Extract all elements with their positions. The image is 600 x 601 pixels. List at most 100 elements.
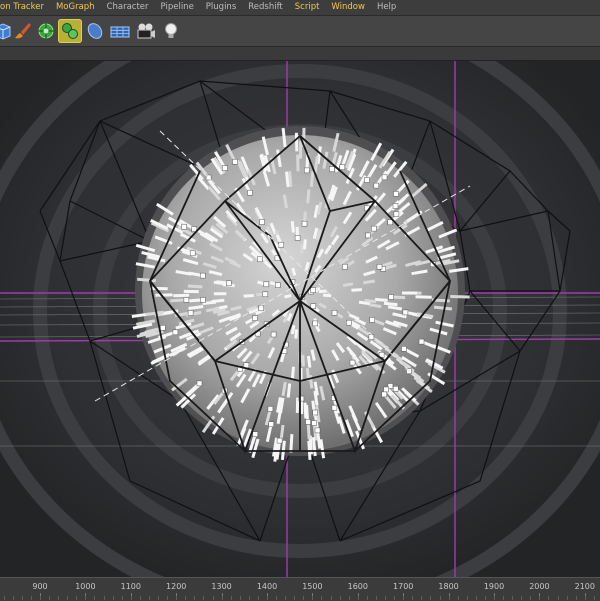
clone-cube — [315, 428, 320, 433]
menu-item-plugins[interactable]: Plugins — [200, 0, 242, 15]
clone-cube — [311, 304, 316, 309]
clone-cube — [394, 212, 399, 217]
spike — [434, 307, 452, 309]
light-bulb-icon[interactable] — [159, 19, 183, 43]
timeline-minor-tick — [185, 596, 186, 600]
timeline-minor-tick — [530, 596, 531, 600]
floor-grid-icon[interactable] — [108, 19, 132, 43]
spike — [365, 300, 377, 301]
spike — [188, 286, 203, 287]
clone-cube — [263, 292, 268, 297]
clone-cube — [366, 233, 371, 238]
menu-item-redshift[interactable]: Redshift — [242, 0, 289, 15]
3d-viewport[interactable] — [0, 61, 600, 577]
cloner-icon[interactable] — [58, 19, 82, 43]
spike — [313, 437, 315, 456]
clone-cube — [389, 295, 394, 300]
clone-cube — [277, 438, 282, 443]
clone-cube — [184, 297, 189, 302]
timeline-minor-tick — [58, 596, 59, 600]
clone-cube — [350, 360, 355, 365]
timeline-minor-tick — [548, 596, 549, 600]
timeline-minor-tick — [512, 596, 513, 600]
clone-cube — [394, 191, 399, 196]
clone-cube — [197, 381, 202, 386]
timeline-minor-tick — [258, 596, 259, 600]
timeline-tick-label: 1700 — [393, 582, 413, 591]
clone-cube — [371, 226, 376, 231]
brush-icon[interactable] — [10, 19, 34, 43]
clone-cube — [257, 257, 262, 262]
clone-cube — [403, 310, 408, 315]
clone-cube — [382, 392, 387, 397]
timeline-minor-tick — [467, 596, 468, 600]
menu-bar: on TrackerMoGraphCharacterPipelinePlugin… — [0, 0, 600, 16]
timeline-minor-tick — [104, 596, 105, 600]
menu-item-character[interactable]: Character — [101, 0, 155, 15]
generator-icon[interactable] — [83, 19, 107, 43]
menu-item-script[interactable]: Script — [289, 0, 326, 15]
spike — [292, 221, 293, 232]
clone-cube — [329, 167, 334, 172]
timeline-tick-label: 1000 — [75, 582, 95, 591]
menu-item-mograph[interactable]: MoGraph — [50, 0, 101, 15]
menu-item-pipeline[interactable]: Pipeline — [155, 0, 200, 15]
clone-cube — [306, 419, 311, 424]
timeline-tick-label: 1600 — [348, 582, 368, 591]
timeline-minor-tick — [240, 596, 241, 600]
spike — [189, 307, 204, 309]
clone-cube — [260, 220, 265, 225]
timeline-minor-tick — [449, 596, 450, 600]
spike — [450, 297, 469, 298]
clone-cube — [384, 387, 389, 392]
clone-cube — [190, 251, 195, 256]
clone-cube — [244, 363, 249, 368]
spike — [292, 325, 294, 334]
spike — [323, 295, 331, 296]
camera-icon[interactable] — [134, 19, 158, 43]
clone-cube — [393, 204, 398, 209]
clone-cube — [393, 386, 398, 391]
timeline-minor-tick — [267, 596, 268, 600]
timeline-minor-tick — [576, 596, 577, 600]
clone-cube — [304, 168, 309, 173]
timeline-minor-tick — [203, 596, 204, 600]
menu-item-window[interactable]: Window — [325, 0, 371, 15]
timeline-minor-tick — [440, 596, 441, 600]
clone-cube — [311, 288, 316, 293]
clone-cube — [271, 332, 276, 337]
spike — [375, 299, 388, 300]
timeline-minor-tick — [231, 596, 232, 600]
toolbar — [0, 16, 600, 47]
clone-cube — [160, 325, 165, 330]
timeline-minor-tick — [94, 596, 95, 600]
clone-cube — [382, 175, 387, 180]
spike — [283, 128, 285, 147]
timeline-tick-label: 1300 — [211, 582, 231, 591]
timeline-minor-tick — [49, 596, 50, 600]
deformer-icon[interactable] — [34, 19, 58, 43]
timeline-tick-label: 1100 — [121, 582, 141, 591]
clone-cube — [369, 335, 374, 340]
clone-cube — [173, 330, 178, 335]
menu-item-on-tracker[interactable]: on Tracker — [0, 0, 50, 15]
spike — [292, 367, 293, 380]
spike — [291, 434, 292, 452]
timeline-minor-tick — [412, 596, 413, 600]
timeline-tick-label: 2100 — [575, 582, 595, 591]
clone-cube — [365, 178, 370, 183]
timeline-minor-tick — [385, 596, 386, 600]
timeline-minor-tick — [149, 596, 150, 600]
timeline-minor-tick — [485, 596, 486, 600]
spike — [244, 296, 254, 297]
clone-cube — [248, 190, 253, 195]
clone-cube — [188, 310, 193, 315]
menu-item-help[interactable]: Help — [371, 0, 402, 15]
clone-cube — [259, 306, 264, 311]
timeline-ruler[interactable]: 9001000110012001300140015001600170018001… — [0, 577, 600, 601]
clone-cube — [223, 166, 228, 171]
spike — [311, 172, 313, 187]
timeline-minor-tick — [312, 596, 313, 600]
spike — [343, 284, 353, 286]
clone-cube — [402, 346, 407, 351]
